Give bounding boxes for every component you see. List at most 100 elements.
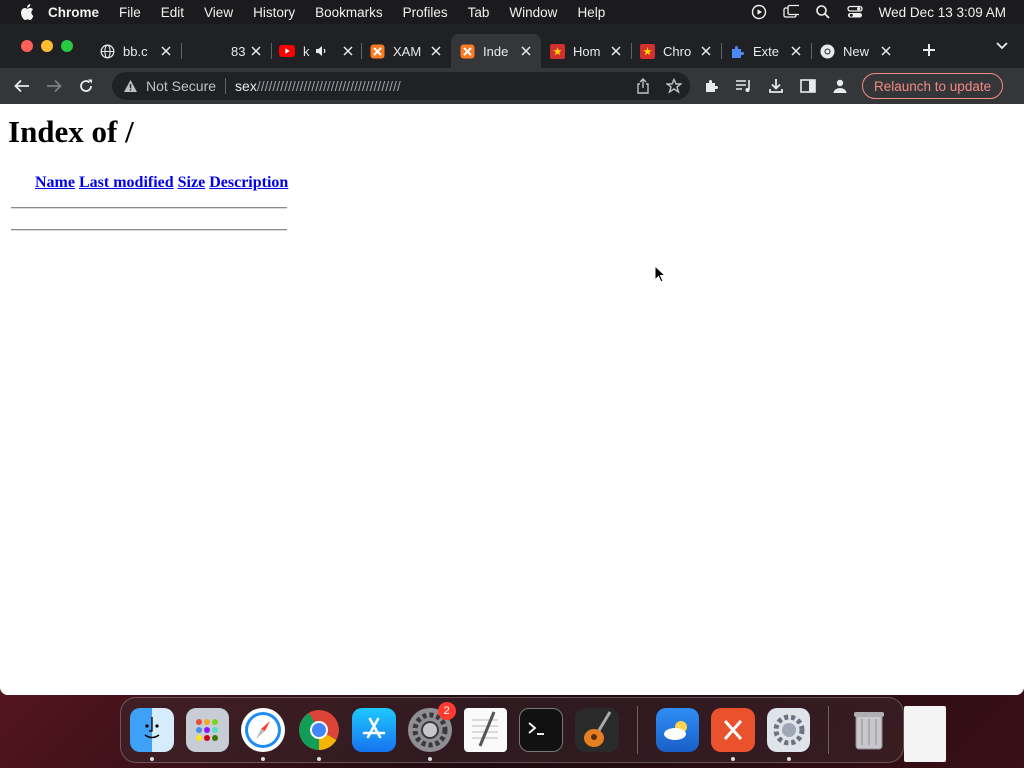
menu-view[interactable]: View (204, 5, 233, 20)
globe-icon (99, 43, 115, 59)
sort-by-name-link[interactable]: Name (35, 174, 75, 192)
textedit-icon[interactable] (463, 708, 508, 752)
tab-close-icon[interactable] (879, 44, 893, 58)
tab-title: Chro (663, 43, 692, 59)
share-icon[interactable] (636, 78, 650, 97)
tab-close-icon[interactable] (249, 44, 263, 58)
apple-icon[interactable] (18, 3, 36, 21)
speaker-icon[interactable] (313, 43, 329, 59)
sort-by-description-link[interactable]: Description (209, 174, 288, 192)
garageband-icon[interactable] (574, 708, 619, 752)
macos-dock: 2 (120, 697, 904, 763)
bookmark-star-icon[interactable] (665, 77, 683, 97)
weather-icon[interactable] (655, 708, 700, 752)
tab-close-icon[interactable] (341, 44, 355, 58)
settings-icon[interactable] (766, 708, 811, 761)
window-controls (21, 40, 73, 52)
tab-extensions[interactable]: Exte (721, 34, 811, 68)
tab-close-icon[interactable] (699, 44, 713, 58)
chrome-icon[interactable] (297, 708, 341, 761)
tab-new-tab[interactable]: New (811, 34, 901, 68)
dock-divider (636, 706, 638, 754)
running-indicator (786, 757, 791, 761)
system-preferences-icon[interactable]: 2 (408, 702, 456, 761)
forward-arrow-icon[interactable] (38, 70, 70, 102)
tab-close-icon[interactable] (159, 44, 173, 58)
sort-by-size-link[interactable]: Size (178, 174, 206, 192)
extensions-puzzle-icon[interactable] (696, 70, 728, 102)
menu-window[interactable]: Window (509, 5, 557, 20)
not-secure-warning-icon[interactable] (122, 78, 138, 94)
tab-title: XAM (393, 43, 422, 59)
chrome-icon (819, 43, 835, 59)
tab-833[interactable]: 833 (181, 34, 271, 68)
notification-badge: 2 (437, 702, 456, 720)
listing-top-divider (11, 207, 287, 209)
reload-icon[interactable] (70, 70, 102, 102)
running-indicator (731, 757, 736, 761)
window-minimize-button[interactable] (41, 40, 53, 52)
app-store-icon[interactable] (352, 708, 397, 752)
browser-toolbar: Not Secure sex//////////////////////////… (0, 68, 1024, 104)
tab-bb[interactable]: bb.c (91, 34, 181, 68)
omnibox-divider (225, 78, 227, 94)
finder-icon[interactable] (130, 708, 174, 761)
menu-bookmarks[interactable]: Bookmarks (315, 5, 383, 20)
tab-index-active[interactable]: Inde (451, 34, 541, 68)
star-flag-icon (639, 43, 655, 59)
tab-search-chevron-icon[interactable] (994, 38, 1010, 54)
xampp-icon (459, 43, 475, 59)
remote-desktop-icon[interactable] (711, 708, 755, 761)
puzzle-icon (729, 43, 745, 59)
tab-close-icon[interactable] (789, 44, 803, 58)
terminal-icon[interactable] (519, 708, 563, 752)
launchpad-icon[interactable] (185, 708, 230, 752)
url-text[interactable]: sex///////////////////////////////////// (235, 78, 401, 94)
blank-favicon-icon (189, 43, 205, 59)
page-content: Index of / Name Last modified Size Descr… (0, 104, 1024, 695)
directory-listing: Name Last modified Size Description (8, 174, 288, 192)
tab-close-icon[interactable] (609, 44, 623, 58)
page-title: Index of / (8, 114, 134, 149)
menu-history[interactable]: History (253, 5, 295, 20)
tab-xampp[interactable]: XAM (361, 34, 451, 68)
menu-profiles[interactable]: Profiles (403, 5, 448, 20)
menu-app-chrome[interactable]: Chrome (48, 5, 99, 20)
tab-close-icon[interactable] (519, 44, 533, 58)
menu-help[interactable]: Help (577, 5, 605, 20)
spotlight-search-icon[interactable] (815, 4, 831, 20)
url-host: sex (235, 78, 257, 94)
safari-icon[interactable] (241, 708, 285, 761)
tab-home[interactable]: Hom (541, 34, 631, 68)
relaunch-to-update-button[interactable]: Relaunch to update (862, 73, 1004, 99)
chrome-window: bb.c 833 k (0, 24, 1024, 695)
trash-icon[interactable] (847, 708, 891, 752)
side-panel-icon[interactable] (792, 70, 824, 102)
running-indicator (316, 757, 321, 761)
tab-close-icon[interactable] (429, 44, 443, 58)
tab-chrome[interactable]: Chro (631, 34, 721, 68)
window-close-button[interactable] (21, 40, 33, 52)
back-arrow-icon[interactable] (6, 70, 38, 102)
tabs: bb.c 833 k (91, 24, 901, 68)
sort-by-last-modified-link[interactable]: Last modified (79, 174, 174, 192)
desktop-document-icon[interactable] (904, 706, 946, 762)
menu-edit[interactable]: Edit (161, 5, 184, 20)
control-center-icon[interactable] (847, 4, 863, 20)
not-secure-label[interactable]: Not Secure (146, 78, 216, 94)
address-bar[interactable]: Not Secure sex//////////////////////////… (112, 72, 690, 100)
media-controls-icon[interactable] (728, 70, 760, 102)
window-zoom-button[interactable] (61, 40, 73, 52)
profile-avatar-icon[interactable] (824, 70, 856, 102)
screen-mirroring-icon[interactable] (783, 4, 799, 20)
tab-youtube[interactable]: k (271, 34, 361, 68)
tab-title: Hom (573, 43, 601, 59)
running-indicator (261, 757, 266, 761)
toolbar-icons (696, 70, 856, 102)
new-tab-plus-icon[interactable] (915, 36, 943, 64)
menu-bar-clock[interactable]: Wed Dec 13 3:09 AM (879, 5, 1006, 20)
menu-file[interactable]: File (119, 5, 141, 20)
screen-recording-icon[interactable] (751, 4, 767, 20)
menu-tab[interactable]: Tab (468, 5, 490, 20)
download-icon[interactable] (760, 70, 792, 102)
